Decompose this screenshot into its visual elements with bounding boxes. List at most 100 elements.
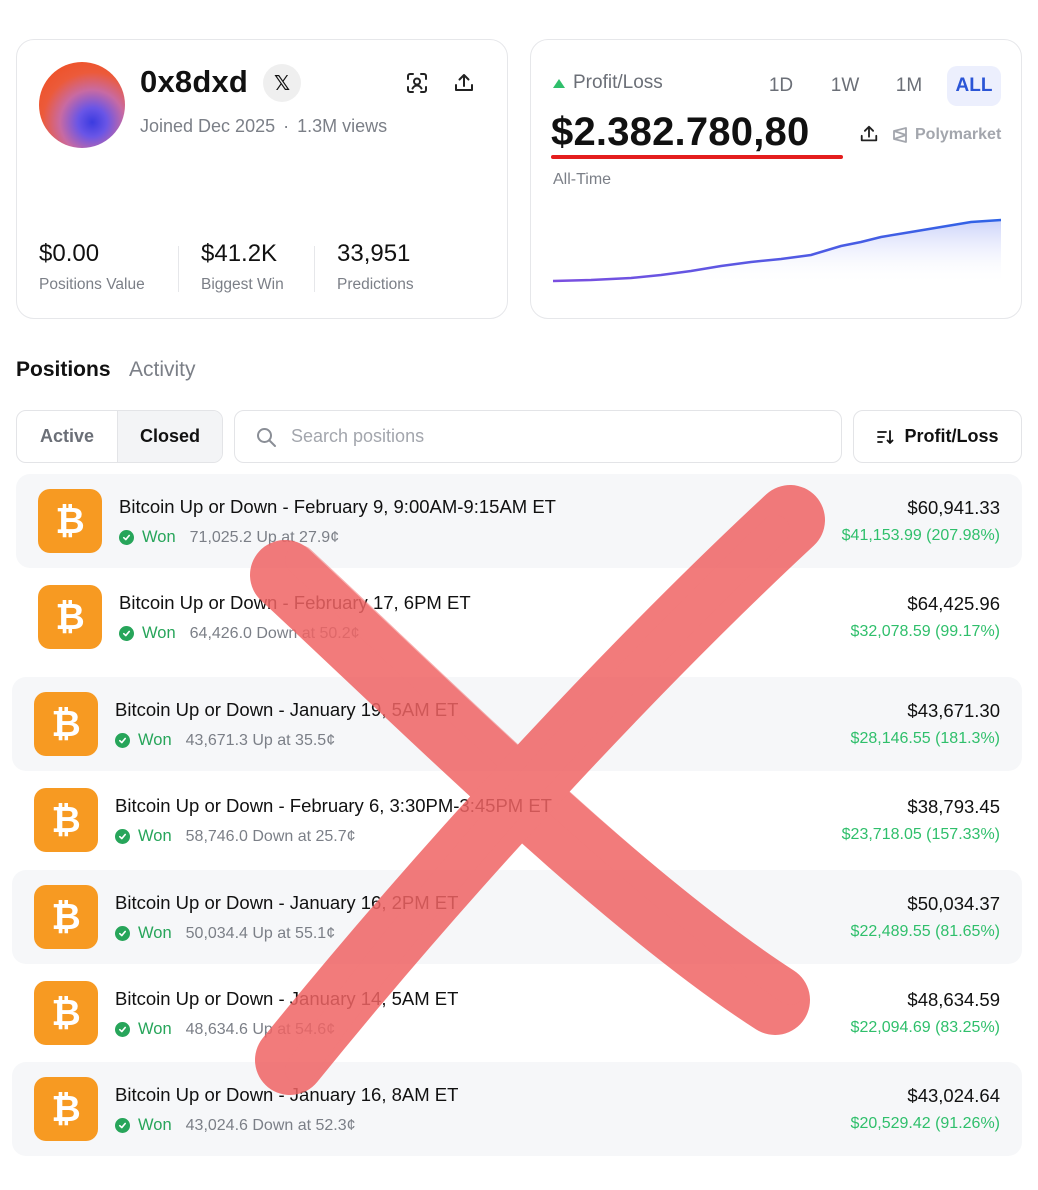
position-detail: 71,025.2 Up at 27.9¢: [189, 528, 340, 546]
position-pnl: $28,146.55 (181.3%): [850, 730, 1000, 747]
position-status: Won: [138, 731, 172, 749]
position-title: Bitcoin Up or Down - January 16, 8AM ET: [115, 1084, 459, 1105]
check-circle-icon: [115, 733, 130, 748]
stat-biggest-win: $41.2K Biggest Win: [201, 240, 284, 294]
position-subtitle: Won 64,426.0 Down at 50.2¢: [119, 624, 360, 643]
stat-value: $0.00: [39, 240, 100, 267]
position-value: $43,671.30: [907, 700, 1000, 721]
stat-value: $41.2K: [201, 240, 278, 267]
sort-button[interactable]: Profit/Loss: [853, 410, 1022, 463]
up-triangle-icon: [553, 78, 565, 88]
position-title: Bitcoin Up or Down - February 17, 6PM ET: [119, 592, 471, 613]
position-status: Won: [138, 1116, 172, 1134]
tab-positions[interactable]: Positions: [16, 358, 111, 382]
search-input[interactable]: [291, 426, 791, 447]
status-segmented-control: Active Closed: [16, 410, 223, 463]
range-1m[interactable]: 1M: [885, 66, 933, 106]
avatar[interactable]: [39, 62, 125, 148]
share-icon[interactable]: [859, 124, 879, 149]
position-title: Bitcoin Up or Down - January 19, 5AM ET: [115, 699, 459, 720]
stat-positions-value: $0.00 Positions Value: [39, 240, 145, 294]
profile-meta: Joined Dec 2025 · 1.3M views: [140, 116, 387, 137]
search-box[interactable]: [234, 410, 842, 463]
position-value: $43,024.64: [907, 1085, 1000, 1106]
bitcoin-icon: ₿: [34, 788, 98, 852]
tab-activity[interactable]: Activity: [129, 358, 196, 382]
search-icon: [257, 427, 276, 447]
position-detail: 58,746.0 Down at 25.7¢: [185, 827, 356, 845]
position-subtitle: Won 50,034.4 Up at 55.1¢: [115, 924, 335, 943]
sort-icon: [877, 429, 894, 444]
position-status: Won: [138, 1020, 172, 1038]
position-title: Bitcoin Up or Down - February 9, 9:00AM-…: [119, 496, 556, 517]
scan-icon[interactable]: [403, 69, 431, 97]
position-row[interactable]: ₿ Bitcoin Up or Down - January 16, 2PM E…: [12, 870, 1022, 964]
pnl-header: Profit/Loss: [553, 72, 663, 94]
bitcoin-icon: ₿: [34, 1077, 98, 1141]
position-row[interactable]: ₿ Bitcoin Up or Down - January 16, 8AM E…: [12, 1062, 1022, 1156]
position-value: $48,634.59: [907, 989, 1000, 1010]
position-status: Won: [142, 624, 176, 642]
position-pnl: $22,489.55 (81.65%): [850, 923, 1000, 940]
position-subtitle: Won 43,024.6 Down at 52.3¢: [115, 1116, 356, 1135]
stat-value: 33,951: [337, 240, 411, 267]
range-all[interactable]: ALL: [947, 66, 1001, 106]
bitcoin-icon: ₿: [38, 585, 102, 649]
pnl-line-chart: [552, 218, 1001, 285]
check-circle-icon: [115, 829, 130, 844]
position-detail: 43,671.3 Up at 35.5¢: [185, 731, 336, 749]
position-subtitle: Won 43,671.3 Up at 35.5¢: [115, 731, 335, 750]
position-pnl: $41,153.99 (207.98%): [841, 527, 1000, 544]
position-pnl: $32,078.59 (99.17%): [850, 623, 1000, 640]
position-value: $50,034.37: [907, 893, 1000, 914]
position-detail: 50,034.4 Up at 55.1¢: [185, 924, 336, 942]
position-title: Bitcoin Up or Down - January 16, 2PM ET: [115, 892, 459, 913]
position-value: $38,793.45: [907, 796, 1000, 817]
joined-date: Joined Dec 2025: [140, 116, 276, 136]
meta-separator: ·: [283, 116, 290, 136]
position-pnl: $22,094.69 (83.25%): [850, 1019, 1000, 1036]
profile-card: 0x8dxd 𝕏 Joined Dec 2025 · 1.3M views $0.0…: [16, 39, 508, 319]
profile-username: 0x8dxd: [140, 64, 249, 99]
position-row[interactable]: ₿ Bitcoin Up or Down - February 17, 6PM …: [16, 570, 1022, 664]
stat-divider: [314, 246, 315, 292]
view-count: 1.3M views: [297, 116, 388, 136]
pnl-label: Profit/Loss: [573, 72, 663, 93]
stat-predictions: 33,951 Predictions: [337, 240, 414, 294]
position-value: $64,425.96: [907, 593, 1000, 614]
bitcoin-icon: ₿: [34, 692, 98, 756]
position-value: $60,941.33: [907, 497, 1000, 518]
profit-loss-card: Profit/Loss 1D 1W 1M ALL $2.382.780,80 P…: [530, 39, 1022, 319]
red-underline-annotation: [551, 155, 843, 159]
position-status: Won: [138, 924, 172, 942]
check-circle-icon: [119, 530, 134, 545]
check-circle-icon: [115, 1118, 130, 1133]
filter-active[interactable]: Active: [17, 411, 117, 462]
check-circle-icon: [115, 926, 130, 941]
polymarket-logo-icon: [893, 127, 907, 143]
position-row[interactable]: ₿ Bitcoin Up or Down - February 6, 3:30P…: [12, 773, 1022, 867]
bitcoin-icon: ₿: [38, 489, 102, 553]
share-icon[interactable]: [450, 69, 478, 97]
x-social-icon[interactable]: 𝕏: [263, 64, 301, 102]
position-subtitle: Won 48,634.6 Up at 54.6¢: [115, 1020, 335, 1039]
pnl-period: All-Time: [553, 171, 612, 188]
bitcoin-icon: ₿: [34, 885, 98, 949]
sort-label: Profit/Loss: [904, 426, 999, 446]
stat-label: Predictions: [337, 276, 414, 293]
range-1d[interactable]: 1D: [757, 66, 805, 106]
position-pnl: $23,718.05 (157.33%): [841, 826, 1000, 843]
position-status: Won: [138, 827, 172, 845]
position-pnl: $20,529.42 (91.26%): [850, 1115, 1000, 1132]
position-subtitle: Won 58,746.0 Down at 25.7¢: [115, 827, 356, 846]
position-row[interactable]: ₿ Bitcoin Up or Down - February 9, 9:00A…: [16, 474, 1022, 568]
pnl-area-fill: [553, 220, 1001, 285]
filter-closed[interactable]: Closed: [117, 411, 222, 462]
position-row[interactable]: ₿ Bitcoin Up or Down - January 19, 5AM E…: [12, 677, 1022, 771]
bitcoin-icon: ₿: [34, 981, 98, 1045]
check-circle-icon: [115, 1022, 130, 1037]
range-1w[interactable]: 1W: [821, 66, 869, 106]
polymarket-brand[interactable]: Polymarket: [891, 126, 1001, 144]
position-row[interactable]: ₿ Bitcoin Up or Down - January 14, 5AM E…: [12, 966, 1022, 1060]
position-detail: 48,634.6 Up at 54.6¢: [185, 1020, 336, 1038]
